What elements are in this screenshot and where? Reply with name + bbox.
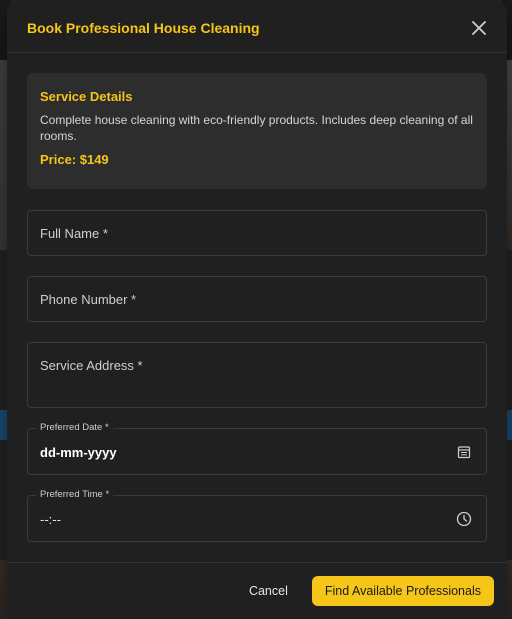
service-address-field[interactable]: Service Address * (27, 342, 487, 408)
phone-number-placeholder: Phone Number * (40, 292, 137, 307)
service-address-placeholder: Service Address * (40, 358, 143, 373)
preferred-date-value: dd-mm-yyyy (40, 445, 117, 460)
dialog-title: Book Professional House Cleaning (27, 20, 260, 36)
service-price: Price: $149 (40, 152, 109, 167)
dialog-body: Service Details Complete house cleaning … (7, 53, 507, 542)
booking-dialog: Book Professional House Cleaning Service… (7, 4, 507, 619)
close-icon (472, 21, 486, 35)
preferred-date-field[interactable]: Preferred Date * dd-mm-yyyy (27, 422, 487, 475)
clock-icon[interactable] (456, 511, 472, 527)
full-name-placeholder: Full Name * (40, 226, 108, 241)
close-button[interactable] (467, 16, 491, 40)
service-description: Complete house cleaning with eco-friendl… (40, 113, 473, 143)
preferred-time-field[interactable]: Preferred Time * --:-- (27, 489, 487, 542)
preferred-date-label: Preferred Date * (36, 422, 113, 433)
dialog-header: Book Professional House Cleaning (7, 4, 507, 53)
service-details-heading: Service Details (40, 89, 133, 104)
service-details-card: Service Details Complete house cleaning … (27, 73, 487, 189)
calendar-icon[interactable] (456, 444, 472, 460)
cancel-button[interactable]: Cancel (241, 578, 296, 604)
full-name-field[interactable]: Full Name * (27, 210, 487, 256)
preferred-time-value: --:-- (40, 512, 61, 527)
find-professionals-button[interactable]: Find Available Professionals (311, 576, 494, 606)
preferred-time-label: Preferred Time * (36, 489, 114, 500)
dialog-footer: Cancel Find Available Professionals (7, 562, 507, 619)
phone-number-field[interactable]: Phone Number * (27, 276, 487, 322)
